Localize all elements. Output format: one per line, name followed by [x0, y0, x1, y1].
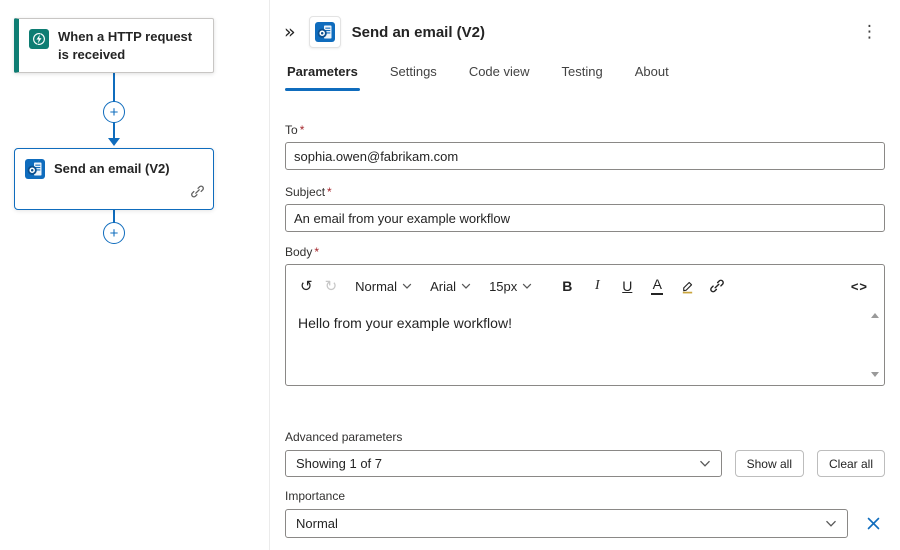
bold-button[interactable]: B [552, 274, 582, 298]
show-all-button[interactable]: Show all [735, 450, 804, 477]
subject-input[interactable] [285, 204, 885, 232]
chevron-down-icon [825, 520, 837, 527]
font-family-dropdown[interactable]: Arial [424, 275, 477, 298]
plus-icon: + [110, 105, 119, 120]
body-editor-area[interactable]: Hello from your example workflow! [286, 305, 884, 385]
body-text: Hello from your example workflow! [298, 315, 512, 331]
advanced-parameters-row: Showing 1 of 7 Show all Clear all [285, 450, 885, 477]
parameters-form: To* Subject* Body* ↺ ↻ Normal [270, 91, 900, 538]
clear-all-button[interactable]: Clear all [817, 450, 885, 477]
workflow-canvas[interactable]: When a HTTP request is received + [0, 0, 270, 550]
label-text: Advanced parameters [285, 430, 402, 444]
redo-button[interactable]: ↻ [319, 275, 344, 298]
to-input[interactable] [285, 142, 885, 170]
add-step-button[interactable]: + [103, 101, 125, 123]
button-label: Clear all [829, 457, 873, 471]
paragraph-style-dropdown[interactable]: Normal [349, 275, 418, 298]
rich-text-editor: ↺ ↻ Normal Arial 15px B I [285, 264, 885, 386]
italic-icon: I [595, 278, 600, 294]
tab-testing[interactable]: Testing [560, 58, 605, 91]
button-label: Show all [747, 457, 792, 471]
http-trigger-icon [29, 29, 49, 49]
dropdown-value: Normal [296, 516, 338, 531]
font-color-button[interactable]: A [642, 273, 672, 299]
label-text: Body [285, 245, 312, 259]
label-text: Subject [285, 185, 325, 199]
font-color-icon: A [651, 277, 663, 295]
chevron-down-icon [461, 283, 471, 289]
outlook-icon [315, 22, 335, 42]
remove-importance-button[interactable] [861, 512, 885, 536]
connection-link-icon [190, 184, 205, 204]
importance-row: Normal [285, 509, 885, 538]
tab-code-view[interactable]: Code view [467, 58, 532, 91]
code-view-icon: <> [851, 279, 868, 294]
chevron-down-icon [402, 283, 412, 289]
action-title: Send an email (V2) [54, 160, 170, 178]
subject-label: Subject* [285, 185, 885, 199]
outlook-icon-box [309, 16, 341, 48]
tab-label: Parameters [287, 64, 358, 79]
undo-button[interactable]: ↺ [294, 275, 319, 298]
advanced-parameters-dropdown[interactable]: Showing 1 of 7 [285, 450, 722, 477]
tab-label: About [635, 64, 669, 79]
panel-header: » Send an email (V2) ⋮ [270, 0, 900, 54]
underline-icon: U [622, 278, 632, 294]
highlight-icon [680, 279, 695, 294]
panel-tabs: Parameters Settings Code view Testing Ab… [270, 54, 900, 91]
tab-label: Code view [469, 64, 530, 79]
tab-parameters[interactable]: Parameters [285, 58, 360, 91]
to-label: To* [285, 123, 885, 137]
tab-about[interactable]: About [633, 58, 671, 91]
collapse-panel-icon[interactable]: » [282, 21, 298, 44]
italic-button[interactable]: I [582, 274, 612, 298]
size-value: 15px [489, 279, 517, 294]
importance-label: Importance [285, 489, 885, 503]
chevron-down-icon [522, 283, 532, 289]
dropdown-value: Showing 1 of 7 [296, 456, 382, 471]
connector-arrow-icon [108, 138, 120, 146]
advanced-parameters-label: Advanced parameters [285, 430, 885, 444]
panel-title: Send an email (V2) [352, 24, 485, 41]
body-label: Body* [285, 245, 885, 259]
insert-link-button[interactable] [702, 274, 732, 298]
label-text: Importance [285, 489, 345, 503]
font-size-dropdown[interactable]: 15px [483, 275, 538, 298]
tab-label: Testing [562, 64, 603, 79]
action-details-panel: » Send an email (V2) ⋮ Parameters Settin… [270, 0, 900, 550]
highlight-button[interactable] [672, 275, 702, 298]
undo-icon: ↺ [300, 279, 313, 294]
chevron-down-icon [699, 460, 711, 467]
required-mark: * [300, 123, 305, 137]
scroll-up-icon[interactable] [871, 313, 879, 318]
plus-icon: + [110, 226, 119, 241]
logic-app-designer: When a HTTP request is received + [0, 0, 900, 550]
bold-icon: B [562, 278, 572, 294]
redo-icon: ↻ [325, 279, 338, 294]
action-card-send-email[interactable]: Send an email (V2) [14, 148, 214, 210]
label-text: To [285, 123, 298, 137]
tab-settings[interactable]: Settings [388, 58, 439, 91]
trigger-title: When a HTTP request is received [58, 28, 203, 63]
trigger-card-http-request[interactable]: When a HTTP request is received [14, 18, 214, 73]
action-card-header: Send an email (V2) [15, 149, 213, 179]
more-options-icon[interactable]: ⋮ [853, 22, 886, 42]
importance-dropdown[interactable]: Normal [285, 509, 848, 538]
outlook-icon [25, 159, 45, 179]
required-mark: * [314, 245, 319, 259]
scroll-down-icon[interactable] [871, 372, 879, 377]
tab-label: Settings [390, 64, 437, 79]
required-mark: * [327, 185, 332, 199]
style-value: Normal [355, 279, 397, 294]
add-step-button[interactable]: + [103, 222, 125, 244]
close-icon [866, 516, 881, 531]
link-icon [709, 278, 725, 294]
underline-button[interactable]: U [612, 274, 642, 298]
font-value: Arial [430, 279, 456, 294]
code-view-toggle-button[interactable]: <> [845, 275, 874, 298]
editor-toolbar: ↺ ↻ Normal Arial 15px B I [286, 265, 884, 305]
